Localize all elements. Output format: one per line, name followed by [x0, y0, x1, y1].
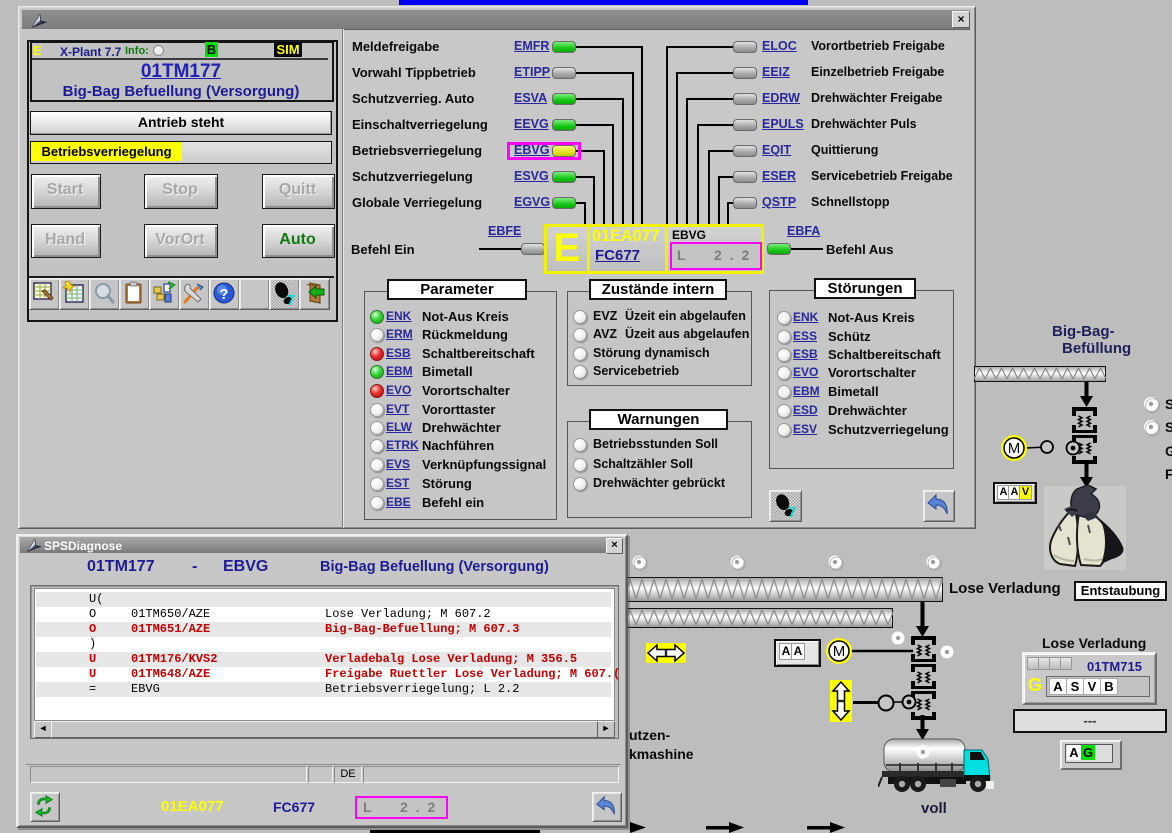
svg-text:7: 7 [788, 504, 796, 517]
svg-text:M: M [1008, 440, 1021, 457]
svg-text:M: M [833, 643, 846, 660]
svg-text:7: 7 [287, 292, 295, 305]
svg-text:?: ? [219, 286, 228, 303]
